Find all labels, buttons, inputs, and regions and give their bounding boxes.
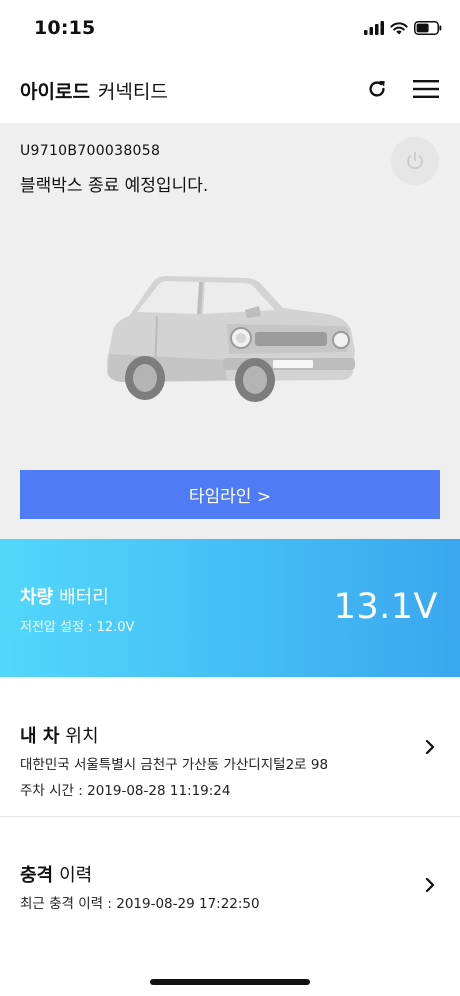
power-icon: [407, 151, 423, 170]
car-illustration: [107, 276, 355, 402]
menu-button[interactable]: [410, 74, 442, 104]
impact-history-row[interactable]: 충격 이력 최근 충격 이력 : 2019-08-29 17:22:50: [0, 817, 460, 937]
app-title-sub: 커넥티드: [97, 81, 168, 103]
recent-impact: 최근 충격 이력 : 2019-08-29 17:22:50: [20, 896, 260, 912]
wifi-icon: [390, 22, 408, 35]
app-title-brand: 아이로드: [20, 81, 90, 103]
signal-icon: [364, 21, 384, 35]
refresh-icon: [369, 80, 385, 97]
timeline-button[interactable]: 타임라인 >: [20, 470, 440, 519]
power-button[interactable]: [391, 137, 439, 185]
status-icons: [364, 18, 442, 38]
battery-title-light: 배터리: [59, 587, 109, 608]
device-status-text: 블랙박스 종료 예정입니다.: [20, 176, 209, 196]
impact-title-light: 이력: [59, 865, 93, 886]
home-indicator: [150, 979, 310, 985]
low-voltage-setting: 저전압 설정 : 12.0V: [20, 620, 135, 635]
app-header: 아이로드 커넥티드: [0, 56, 460, 122]
location-address: 대한민국 서울특별시 금천구 가산동 가산디지털2로 98: [20, 757, 329, 773]
battery-title-bold: 차량: [20, 587, 54, 608]
chevron-right-icon: [425, 739, 435, 755]
location-title-light: 위치: [65, 726, 99, 747]
app-screen: 10:15 아이로드 커넥티드 U9710B700038058 블랙박스 종료 …: [0, 0, 460, 996]
app-title: 아이로드 커넥티드: [20, 77, 168, 104]
location-title: 내 차 위치: [20, 722, 99, 748]
chevron-right-icon: [425, 877, 435, 893]
parking-time: 주차 시간 : 2019-08-28 11:19:24: [20, 783, 231, 799]
status-time: 10:15: [34, 17, 96, 39]
device-card: U9710B700038058 블랙박스 종료 예정입니다. 타임라인 >: [0, 123, 460, 539]
my-car-location-row[interactable]: 내 차 위치 대한민국 서울특별시 금천구 가산동 가산디지털2로 98 주차 시…: [0, 678, 460, 817]
device-serial: U9710B700038058: [20, 143, 161, 159]
refresh-button[interactable]: [362, 74, 392, 104]
status-bar: 10:15: [0, 0, 460, 56]
impact-title-bold: 충격: [20, 865, 54, 886]
hamburger-menu-icon: [413, 80, 439, 98]
vehicle-battery-card[interactable]: 차량 배터리 저전압 설정 : 12.0V 13.1V: [0, 539, 460, 677]
location-title-bold: 내 차: [20, 726, 60, 747]
battery-voltage-value: 13.1V: [333, 587, 438, 627]
battery-status-icon: [414, 21, 442, 35]
impact-title: 충격 이력: [20, 861, 92, 887]
battery-title: 차량 배터리: [20, 583, 109, 609]
